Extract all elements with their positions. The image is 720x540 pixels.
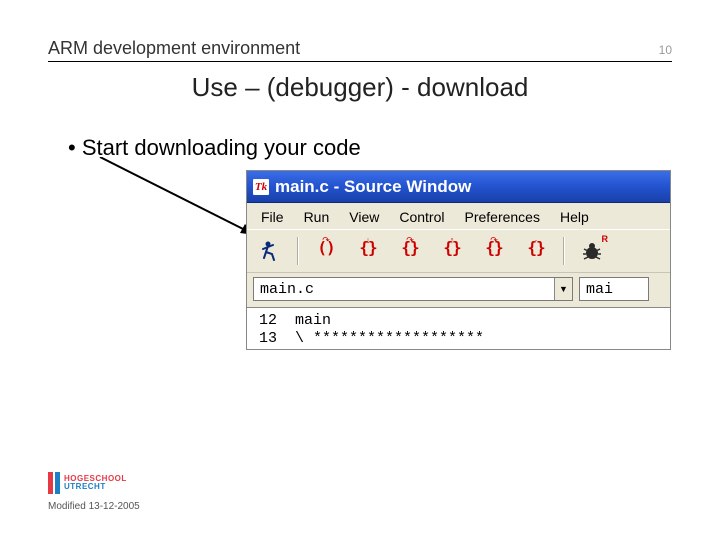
menu-control[interactable]: Control: [389, 207, 454, 227]
file-combo[interactable]: main.c ▼: [253, 277, 573, 301]
step-out-icon[interactable]: ↷ {}: [393, 236, 427, 266]
toolbar: ↷ () ↓ {} ↷ {} ↑ {} ↷ {} · {}: [247, 229, 670, 273]
slide-subtitle: Use – (debugger) - download: [0, 72, 720, 103]
logo: HOGESCHOOL UTRECHT: [48, 472, 127, 494]
menu-view[interactable]: View: [339, 207, 389, 227]
bullet-item: Start downloading your code: [68, 135, 361, 161]
page-number: 10: [659, 43, 672, 57]
code-line: 12 main: [247, 312, 670, 330]
step-instruction-icon[interactable]: · {}: [519, 236, 553, 266]
file-selector-row: main.c ▼ mai: [247, 273, 670, 307]
logo-bars-icon: [48, 472, 60, 494]
menu-preferences[interactable]: Preferences: [454, 207, 549, 227]
logo-line-2: UTRECHT: [64, 483, 127, 491]
arrow-annotation: [90, 157, 270, 247]
function-combo-value: mai: [580, 281, 648, 298]
code-line: 13 \ *******************: [247, 330, 670, 348]
source-code-area: 12 main 13 \ *******************: [247, 307, 670, 349]
bug-badge: R: [602, 234, 609, 244]
logo-text: HOGESCHOOL UTRECHT: [64, 475, 127, 491]
function-combo[interactable]: mai: [579, 277, 649, 301]
file-combo-value: main.c: [254, 281, 554, 298]
line-number: 12: [253, 312, 295, 330]
app-window: Tk main.c - Source Window File Run View …: [246, 170, 671, 350]
app-icon: Tk: [253, 179, 269, 195]
modified-date: Modified 13-12-2005: [48, 501, 140, 512]
continue-icon[interactable]: ↷ {}: [477, 236, 511, 266]
menu-file[interactable]: File: [251, 207, 294, 227]
line-number: 13: [253, 330, 295, 348]
menu-help[interactable]: Help: [550, 207, 599, 227]
bug-icon[interactable]: R: [575, 236, 609, 266]
slide-header: ARM development environment 10: [48, 38, 672, 62]
code-text: main: [295, 312, 331, 330]
toolbar-separator: [563, 237, 565, 265]
code-text: \ *******************: [295, 330, 484, 348]
step-into-icon[interactable]: ↓ {}: [351, 236, 385, 266]
menu-run[interactable]: Run: [294, 207, 340, 227]
window-title: main.c - Source Window: [275, 177, 471, 197]
step-over-icon[interactable]: ↷ (): [309, 236, 343, 266]
window-titlebar: Tk main.c - Source Window: [247, 171, 670, 203]
run-icon[interactable]: [253, 236, 287, 266]
chevron-down-icon[interactable]: ▼: [554, 278, 572, 300]
menubar: File Run View Control Preferences Help: [247, 203, 670, 229]
header-title: ARM development environment: [48, 38, 300, 59]
step-finish-icon[interactable]: ↑ {}: [435, 236, 469, 266]
toolbar-separator: [297, 237, 299, 265]
